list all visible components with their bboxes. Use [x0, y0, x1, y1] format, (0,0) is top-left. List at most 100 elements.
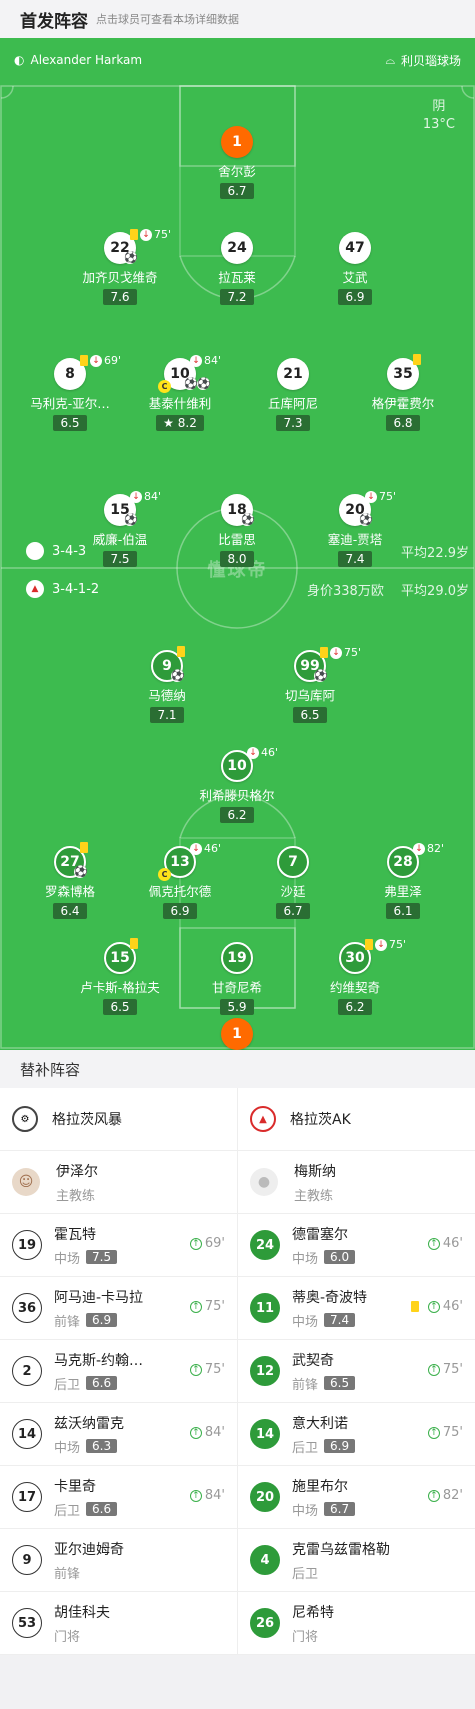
home-player[interactable]: 35 格伊霍费尔 6.8	[348, 354, 458, 431]
sub-rating: 6.9	[324, 1439, 356, 1453]
home-sub-player[interactable]: 53 胡佳科夫 门将	[0, 1592, 237, 1654]
away-sub-player[interactable]: 26 尼希特 门将	[237, 1592, 475, 1654]
sub-position: 中场	[292, 1251, 319, 1267]
sub-in-time: ↑ 46'	[410, 1299, 463, 1314]
player-number: 24	[221, 232, 253, 264]
away-sub-player[interactable]: 20 施里布尔 中场 6.7 ↑ 82'	[237, 1466, 475, 1528]
home-sub-player[interactable]: 19 霍瓦特 中场 7.5 ↑ 69'	[0, 1214, 237, 1276]
away-coach[interactable]: ● 梅斯纳 主教练	[237, 1151, 475, 1213]
player-number: 21	[277, 358, 309, 390]
home-sub-player[interactable]: 9 亚尔迪姆奇 前锋	[0, 1529, 237, 1591]
home-player[interactable]: 10 ↓ 84' ⚽ ⚽ C 基泰什维利 ★ 8.2	[125, 354, 235, 431]
home-player[interactable]: 47 艾武 6.9	[300, 232, 410, 305]
home-player[interactable]: 1 舍尔彭 6.7	[182, 126, 292, 199]
sub-out-icon: ↓	[140, 228, 152, 241]
home-sub-player[interactable]: 2 马克斯-约翰… 后卫 6.6 ↑ 75'	[0, 1340, 237, 1402]
player-rating: ★ 8.2	[156, 415, 204, 431]
sub-number: 53	[12, 1608, 42, 1638]
sub-position: 前锋	[54, 1314, 81, 1330]
player-name: 佩克托尔德	[148, 884, 212, 899]
player-name: 利希滕贝格尔	[199, 788, 275, 803]
away-sub-player[interactable]: 24 德雷塞尔 中场 6.0 ↑ 46'	[237, 1214, 475, 1276]
home-sub-player[interactable]: 17 卡里奇 后卫 6.6 ↑ 84'	[0, 1466, 237, 1528]
referee: ◐ Alexander Harkam	[14, 53, 143, 67]
away-player[interactable]: 7 沙廷 6.7	[238, 846, 348, 919]
sub-number: 14	[250, 1419, 280, 1449]
whistle-icon: ◐	[14, 53, 25, 67]
away-team-logo: ▲	[26, 580, 44, 598]
star-icon: ★	[163, 416, 174, 430]
home-sub-player[interactable]: 14 兹沃纳雷克 中场 6.3 ↑ 84'	[0, 1403, 237, 1465]
home-player[interactable]: 8 ↓ 69' 马利克-亚尔… 6.5	[15, 354, 125, 431]
home-player[interactable]: 15 ↓ 84' ⚽ 威廉-伯温 7.5	[65, 490, 175, 567]
home-player[interactable]: 21 丘库阿尼 7.3	[238, 358, 348, 431]
away-sub-player[interactable]: 11 蒂奥-奇波特 中场 7.4 ↑ 46'	[237, 1277, 475, 1339]
away-player[interactable]: 9 ⚽ 马德纳 7.1	[112, 646, 222, 723]
sub-position: 门将	[292, 1629, 319, 1645]
captain-icon: C	[158, 380, 171, 393]
yellow-card-icon	[320, 647, 328, 658]
sub-name: 意大利诺	[292, 1415, 348, 1432]
goal-ball-icon: ⚽	[74, 865, 88, 878]
sub-name: 德雷塞尔	[292, 1226, 348, 1243]
player-rating: 7.3	[276, 415, 310, 431]
sub-number: 17	[12, 1482, 42, 1512]
home-player[interactable]: 20 ↓ 75' ⚽ 塞迪-贾塔 7.4	[300, 490, 410, 567]
player-rating: 8.0	[220, 551, 254, 567]
away-player[interactable]: 30 ↓ 75' 约维契奇 6.2	[300, 938, 410, 1015]
goal-ball-icon: ⚽	[171, 669, 185, 682]
away-value: 身价338万欧	[307, 584, 384, 599]
sub-row: 19 霍瓦特 中场 7.5 ↑ 69' 24 德雷塞尔 中场 6.0 ↑ 46'	[0, 1214, 475, 1277]
sub-in-icon: ↑	[427, 1237, 440, 1250]
sub-row: 17 卡里奇 后卫 6.6 ↑ 84' 20 施里布尔 中场 6.7 ↑ 82'	[0, 1466, 475, 1529]
sub-row: 36 阿马迪-卡马拉 前锋 6.9 ↑ 75' 11 蒂奥-奇波特 中场 7.4 ↑ 46'	[0, 1277, 475, 1340]
sub-rating: 6.7	[324, 1502, 356, 1516]
home-coach[interactable]: ☺ 伊泽尔 主教练	[0, 1151, 237, 1213]
sub-number: 26	[250, 1608, 280, 1638]
sub-number: 11	[250, 1293, 280, 1323]
away-player[interactable]: 1迈尔霍费尔6.2	[182, 1018, 292, 1050]
away-player[interactable]: 13 ↓ 46' C 佩克托尔德 6.9	[125, 842, 235, 919]
sub-name: 阿马迪-卡马拉	[54, 1289, 144, 1306]
match-info-row: ◐ Alexander Harkam ⌓ 利贝瑙球场	[14, 50, 461, 70]
goal-ball-icon: ⚽	[359, 513, 373, 526]
home-player[interactable]: 18 ⚽ 比雷思 8.0	[182, 494, 292, 567]
home-team[interactable]: ⚙ 格拉茨风暴	[0, 1088, 237, 1150]
goal-ball-icon: ⚽	[241, 513, 255, 526]
sub-in-time: ↑ 75'	[427, 1362, 463, 1377]
away-player[interactable]: 15 卢卡斯-格拉夫 6.5	[65, 938, 175, 1015]
away-player[interactable]: 28 ↓ 82' 弗里泽 6.1	[348, 842, 458, 919]
sub-out-icon: ↓	[330, 646, 342, 659]
sub-in-icon: ↑	[427, 1489, 440, 1502]
away-team[interactable]: ▲ 格拉茨AK	[237, 1088, 475, 1150]
away-player[interactable]: 99 ↓ 75' ⚽ 切乌库阿 6.5	[255, 646, 365, 723]
player-name: 拉瓦莱	[218, 270, 256, 285]
away-player[interactable]: 10 ↓ 46' 利希滕贝格尔 6.2	[182, 746, 292, 823]
player-events: ↓ 46'	[190, 842, 221, 855]
away-sub-player[interactable]: 14 意大利诺 后卫 6.9 ↑ 75'	[237, 1403, 475, 1465]
sub-in-icon: ↑	[189, 1237, 202, 1250]
away-player[interactable]: 19 甘奇尼希 5.9	[182, 942, 292, 1015]
lineup-hint: 点击球员可查看本场详细数据	[96, 13, 239, 26]
home-player[interactable]: 24 拉瓦莱 7.2	[182, 232, 292, 305]
yellow-card-icon	[130, 229, 138, 240]
sub-position: 中场	[54, 1251, 81, 1267]
player-rating: 6.2	[220, 807, 254, 823]
home-player[interactable]: 22 ↓ 75' ⚽ 加齐贝戈维奇 7.6	[65, 228, 175, 305]
player-events: ↓ 84'	[190, 354, 221, 367]
sub-number: 19	[12, 1230, 42, 1260]
player-name: 约维契奇	[329, 980, 380, 995]
sub-number: 2	[12, 1356, 42, 1386]
away-player[interactable]: 27 ⚽ 罗森博格 6.4	[15, 842, 125, 919]
sub-rating: 6.3	[86, 1439, 118, 1453]
sub-name: 武契奇	[292, 1352, 334, 1369]
home-sub-player[interactable]: 36 阿马迪-卡马拉 前锋 6.9 ↑ 75'	[0, 1277, 237, 1339]
temperature: 13°C	[422, 117, 455, 132]
away-sub-player[interactable]: 12 武契奇 前锋 6.5 ↑ 75'	[237, 1340, 475, 1402]
player-events: ↓ 75'	[365, 490, 396, 503]
sub-position: 中场	[292, 1314, 319, 1330]
sub-position: 后卫	[292, 1440, 319, 1456]
lineup-title: 首发阵容	[20, 11, 88, 32]
away-sub-player[interactable]: 4 克雷乌兹雷格勒 后卫	[237, 1529, 475, 1591]
yellow-card-icon	[80, 355, 88, 366]
